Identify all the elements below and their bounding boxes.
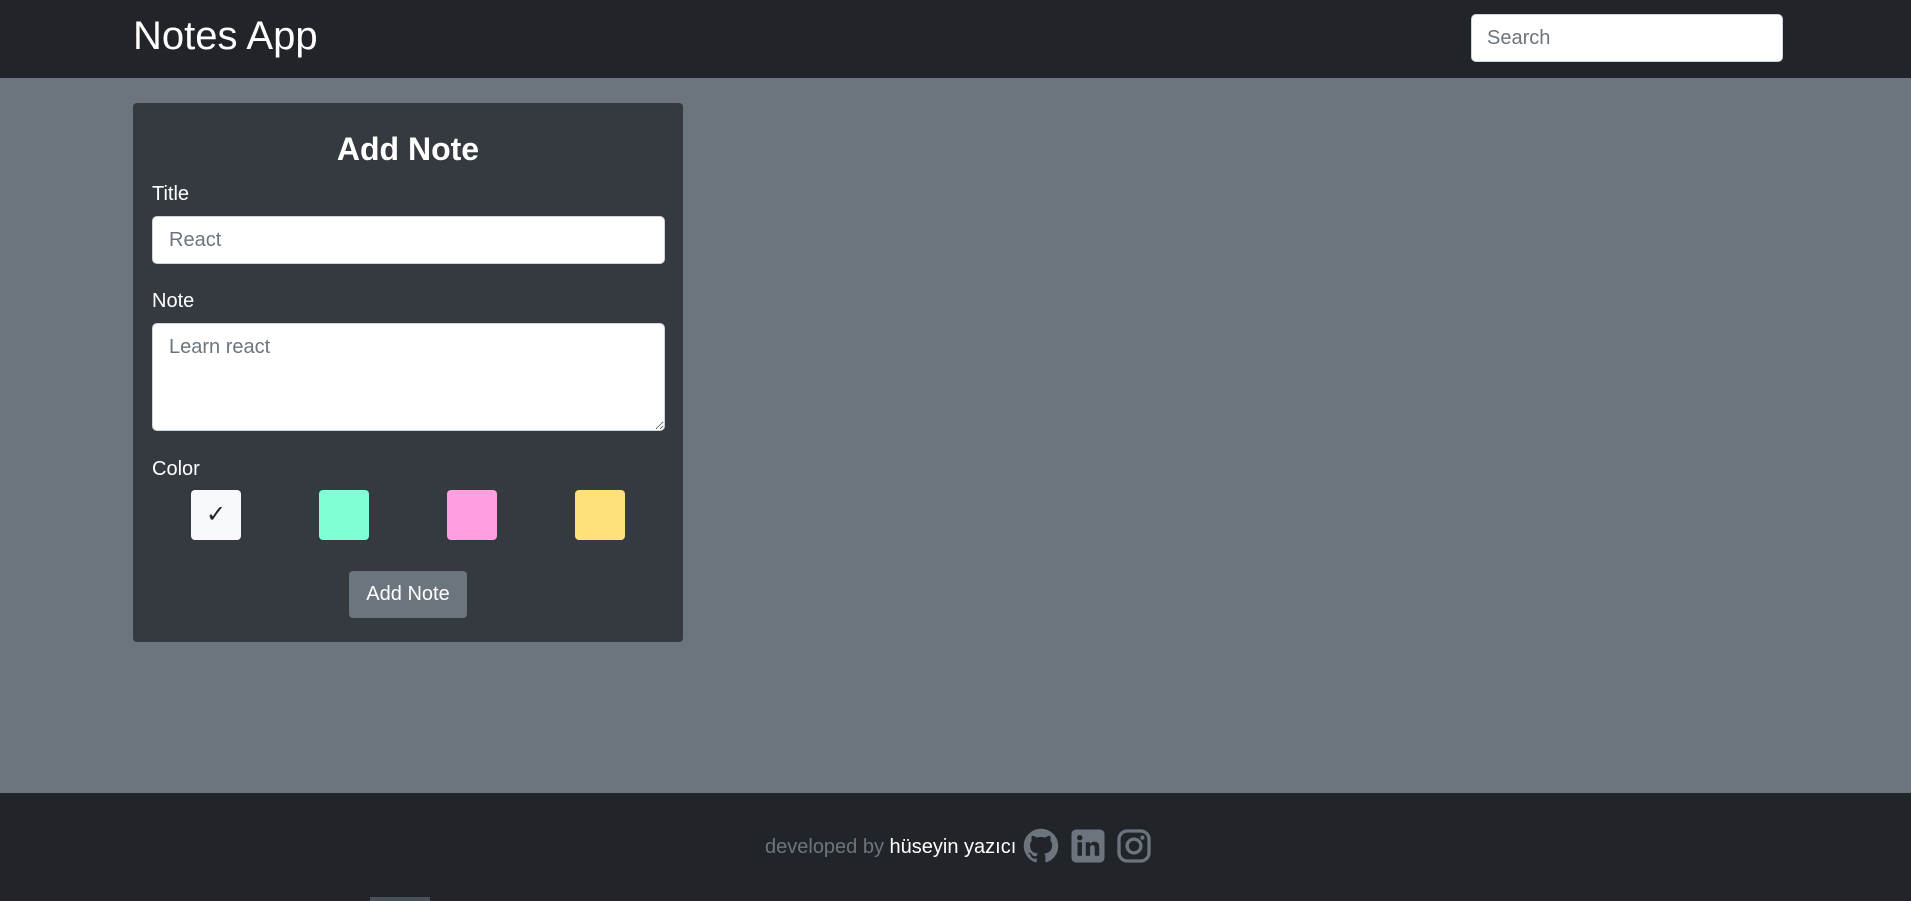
author-name: hüseyin yazıcı	[889, 836, 1017, 858]
search-input[interactable]	[1471, 14, 1783, 62]
credit-prefix: developed by	[765, 836, 884, 858]
add-note-card: Add Note Title Note Color ✓ Add Note	[133, 103, 683, 642]
add-note-heading: Add Note	[336, 131, 480, 167]
color-label: Color	[152, 458, 200, 480]
github-icon[interactable]	[1023, 828, 1059, 864]
bottom-tab-indicator	[370, 897, 430, 901]
footer-credit: developed by hüseyin yazıcı	[765, 834, 1016, 860]
check-icon: ✓	[205, 501, 227, 528]
add-note-button[interactable]: Add Note	[349, 571, 467, 618]
title-label: Title	[152, 183, 190, 205]
linkedin-icon[interactable]	[1070, 828, 1106, 864]
instagram-icon[interactable]	[1116, 828, 1152, 864]
brand-title[interactable]: Notes App	[133, 13, 318, 59]
color-swatch-yellow[interactable]	[575, 490, 625, 540]
color-swatch-pink[interactable]	[447, 490, 497, 540]
navbar: Notes App	[0, 0, 1911, 78]
title-input[interactable]	[152, 216, 665, 264]
color-swatch-white[interactable]: ✓	[191, 490, 241, 540]
color-swatch-mint[interactable]	[319, 490, 369, 540]
note-label: Note	[152, 290, 195, 312]
note-textarea[interactable]	[152, 323, 665, 431]
